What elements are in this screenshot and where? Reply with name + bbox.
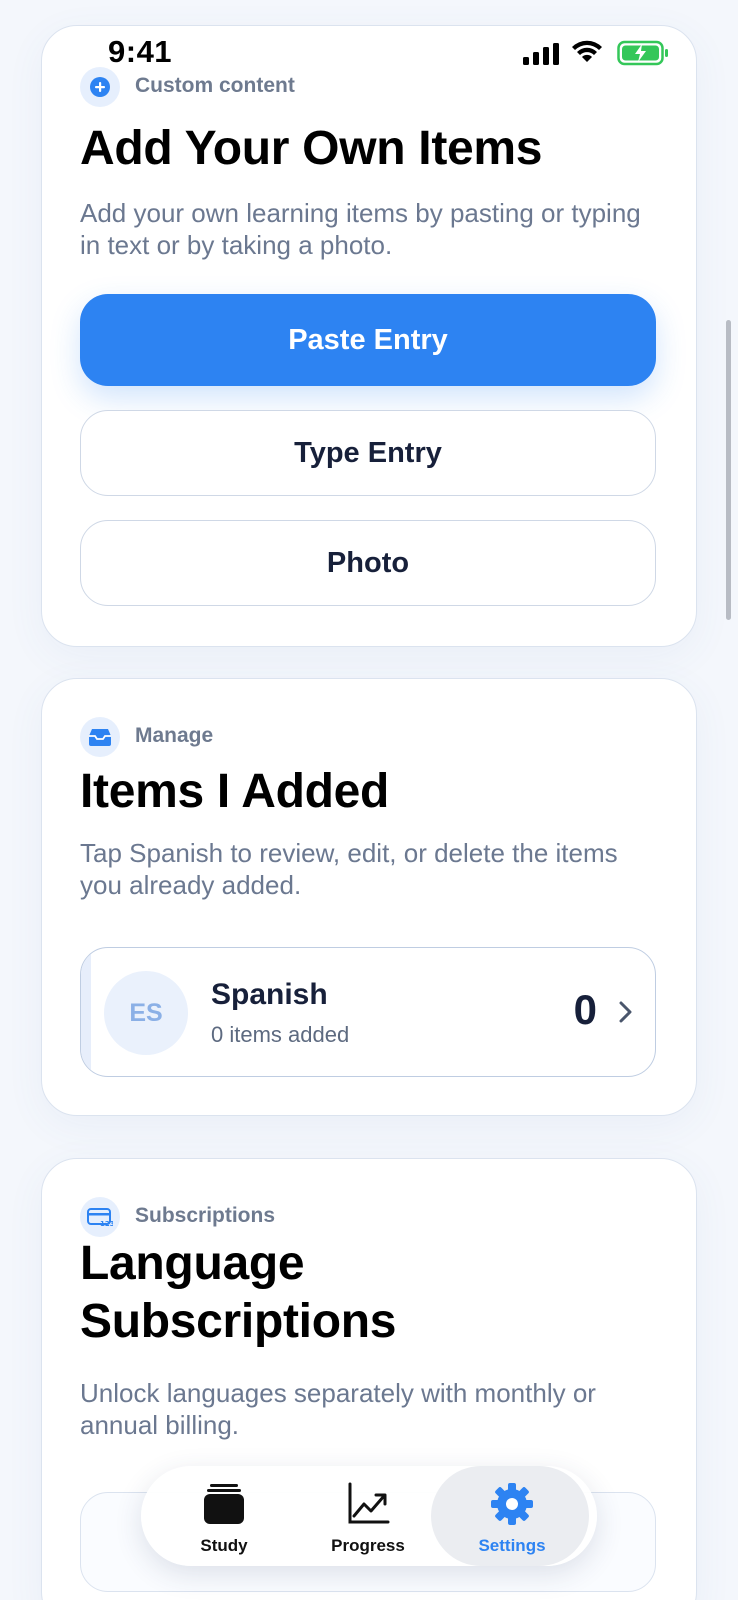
language-row-spanish[interactable]: ES Spanish 0 items added 0 <box>80 947 656 1077</box>
section-description: Add your own learning items by pasting o… <box>80 198 641 260</box>
section-description: Tap Spanish to review, edit, or delete t… <box>80 838 618 900</box>
tab-label: Study <box>200 1536 248 1555</box>
row-accent <box>81 948 91 1076</box>
tab-study[interactable]: Study <box>149 1466 299 1566</box>
status-bar: 9:41 <box>0 0 738 69</box>
gear-icon <box>491 1483 533 1525</box>
credit-card-icon: 123 <box>87 1208 113 1227</box>
manage-card: Manage Items I Added Tap Spanish to revi… <box>41 678 697 1116</box>
paste-entry-button[interactable]: Paste Entry <box>80 294 656 386</box>
photo-button[interactable]: Photo <box>80 520 656 606</box>
scroll-indicator[interactable] <box>726 320 731 620</box>
language-count: 0 <box>573 986 597 1033</box>
tab-label: Settings <box>478 1536 546 1555</box>
language-badge: ES <box>104 971 188 1055</box>
section-eyebrow: Manage <box>135 724 214 747</box>
plus-circle-icon <box>90 77 110 97</box>
chart-line-icon <box>348 1482 390 1524</box>
section-eyebrow: Custom content <box>135 74 295 97</box>
cellular-signal-icon <box>523 43 559 65</box>
battery-charging-icon <box>617 40 668 66</box>
tab-label: Progress <box>331 1536 405 1555</box>
tray-icon <box>89 729 111 746</box>
tray-chip <box>80 717 120 757</box>
custom-content-card: Custom content Add Your Own Items Add yo… <box>41 25 697 647</box>
status-time: 9:41 <box>108 34 173 69</box>
chevron-right-icon <box>619 1001 632 1023</box>
section-description: Unlock languages separately with monthly… <box>80 1378 596 1440</box>
language-items-count-text: 0 items added <box>211 1022 350 1047</box>
section-title: Items I Added <box>80 765 390 818</box>
wifi-icon <box>572 40 602 62</box>
type-entry-button[interactable]: Type Entry <box>80 410 656 496</box>
tab-progress[interactable]: Progress <box>293 1466 443 1566</box>
section-title-line1: Language <box>80 1237 305 1290</box>
tab-settings[interactable]: Settings <box>431 1466 589 1566</box>
section-eyebrow: Subscriptions <box>135 1204 276 1227</box>
svg-text:123: 123 <box>100 1220 113 1227</box>
section-title: Add Your Own Items <box>80 122 543 175</box>
plus-circle-chip <box>80 67 120 107</box>
language-name: Spanish <box>211 978 328 1011</box>
card-chip: 123 <box>80 1197 120 1237</box>
section-title-line2: Subscriptions <box>80 1295 397 1348</box>
tab-bar: Study Progress Settings <box>141 1466 597 1566</box>
cards-stack-icon <box>204 1484 244 1524</box>
